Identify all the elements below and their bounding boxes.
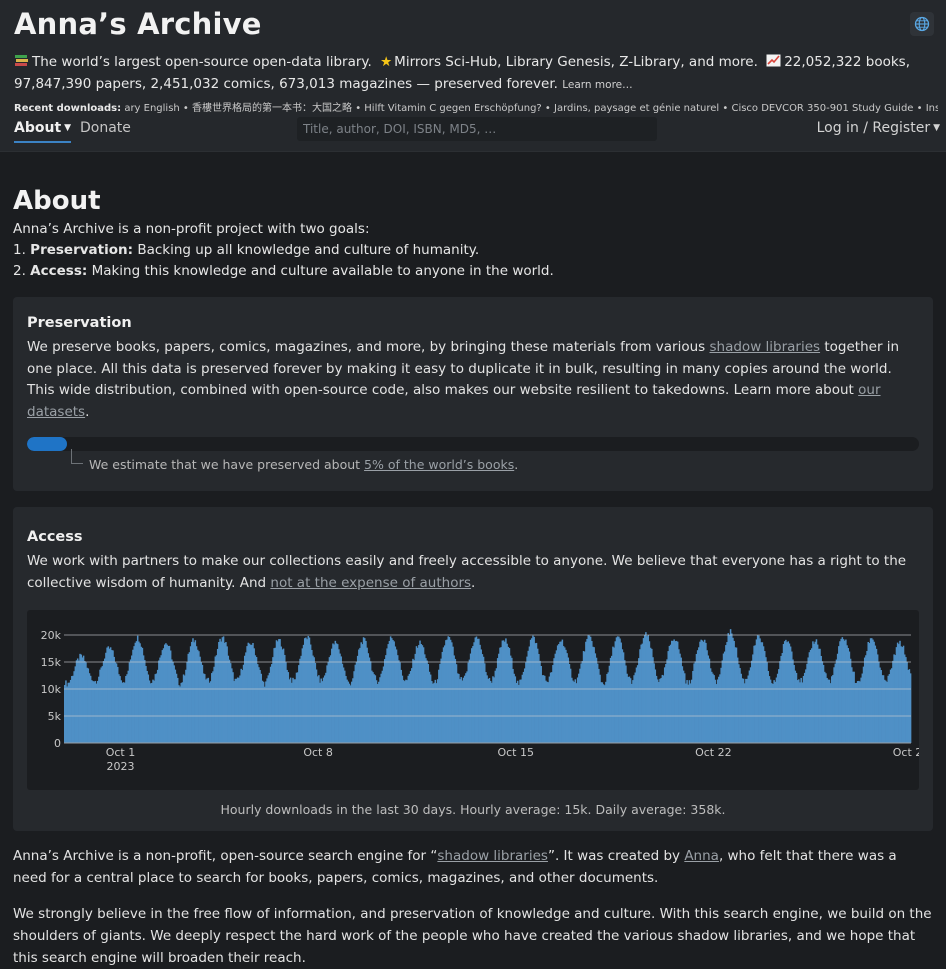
page-title: About	[13, 186, 101, 216]
x-tick-label: Oct 15	[497, 746, 534, 759]
preservation-estimate: We estimate that we have preserved about…	[27, 449, 919, 479]
estimate-text: We estimate that we have preserved about	[89, 457, 361, 472]
y-tick-label: 15k	[41, 656, 62, 669]
intro-text: Anna’s Archive is a non-profit project w…	[13, 221, 370, 237]
about-paragraph-1: Anna’s Archive is a non-profit, open-sou…	[13, 845, 933, 889]
y-tick-label: 0	[54, 737, 61, 750]
learn-more-link[interactable]: Learn more…	[562, 79, 632, 91]
search-input[interactable]	[297, 117, 657, 141]
books-icon	[15, 55, 28, 66]
about-p1-text-b: ”. It was created by	[547, 848, 681, 864]
world-books-link[interactable]: 5% of the world’s books	[364, 457, 514, 472]
access-card: Access We work with partners to make our…	[13, 507, 933, 831]
about-paragraph-2: We strongly believe in the free flow of …	[13, 906, 932, 966]
goal-access-text: Making this knowledge and culture availa…	[91, 263, 554, 279]
recent-downloads-label: Recent downloads:	[14, 103, 122, 114]
x-tick-label: Oct 22	[695, 746, 732, 759]
access-heading: Access	[27, 529, 83, 545]
y-tick-label: 5k	[48, 710, 62, 723]
goal-preservation-label: Preservation:	[30, 242, 134, 258]
x-tick-label: Oct 1	[106, 746, 136, 759]
recent-downloads: Recent downloads: ary English • 香樓世界格局的第…	[14, 99, 938, 114]
tagline: The world’s largest open-source open-dat…	[14, 51, 938, 96]
estimate-end: .	[514, 457, 519, 472]
preservation-card: Preservation We preserve books, papers, …	[13, 297, 933, 491]
tagline-text-2: Mirrors Sci-Hub, Library Genesis, Z-Libr…	[394, 54, 758, 70]
goal-access-label: Access:	[30, 263, 88, 279]
authors-link[interactable]: not at the expense of authors	[270, 575, 471, 591]
site-title[interactable]: Anna’s Archive	[14, 6, 938, 42]
goal-preservation: 1. Preservation: Backing up all knowledg…	[13, 242, 480, 258]
nav-about-tab[interactable]: About ▼	[14, 120, 72, 143]
preservation-progress-bar	[27, 437, 919, 451]
tagline-text-1: The world’s largest open-source open-dat…	[32, 54, 372, 70]
x-tick-label: Oct 8	[303, 746, 333, 759]
preservation-text-3: .	[85, 403, 90, 420]
shadow-libraries-link-2[interactable]: shadow libraries	[437, 848, 548, 864]
chevron-down-icon: ▼	[933, 123, 940, 133]
about-p1-text-a: Anna’s Archive is a non-profit, open-sou…	[13, 848, 438, 864]
login-register-label: Log in / Register	[816, 120, 931, 136]
goal-access: 2. Access: Making this knowledge and cul…	[13, 263, 554, 279]
language-button[interactable]	[910, 12, 934, 36]
chevron-down-icon: ▼	[64, 123, 72, 133]
downloads-chart-svg: 0 5k 10k 15k 20k Oct 12023 Oct 8 Oct 15 Oct 22 Oc…	[41, 629, 930, 773]
preservation-text-1: We preserve books, papers, comics, magaz…	[27, 339, 706, 355]
anna-link[interactable]: Anna	[684, 848, 719, 864]
shadow-libraries-link[interactable]: shadow libraries	[710, 339, 821, 355]
preservation-heading: Preservation	[27, 315, 132, 331]
site-header: Anna’s Archive The world’s largest open-…	[0, 0, 946, 152]
connector-line	[71, 449, 83, 464]
login-register-menu[interactable]: Log in / Register ▼	[817, 120, 940, 136]
y-tick-label: 20k	[41, 629, 62, 642]
star-icon: ★	[380, 54, 393, 70]
access-text-2: .	[471, 574, 476, 591]
recent-downloads-list[interactable]: ary English • 香樓世界格局的第一本书：大国之略 • Hilft V…	[124, 103, 938, 114]
nav-bar: About▼ Donate Log in / Register▼	[14, 117, 940, 148]
chart-caption: Hourly downloads in the last 30 days. Ho…	[220, 802, 726, 817]
nav-donate-tab[interactable]: Donate	[80, 120, 131, 136]
preservation-text: We preserve books, papers, comics, magaz…	[27, 337, 919, 423]
y-tick-label: 10k	[41, 683, 62, 696]
main-content: About Anna’s Archive is a non-profit pro…	[0, 186, 946, 969]
x-tick-sublabel: 2023	[106, 760, 134, 773]
x-tick-label: Oct 29	[893, 746, 919, 759]
goal-preservation-text: Backing up all knowledge and culture of …	[137, 242, 480, 258]
globe-icon	[914, 16, 930, 32]
access-text: We work with partners to make our collec…	[27, 551, 919, 594]
downloads-chart: 0 5k 10k 15k 20k Oct 1 2023 Oct 8 Oct 15 Oct 22 Oc…	[27, 610, 930, 790]
preservation-progress-fill	[27, 437, 68, 451]
chart-bar	[909, 673, 912, 743]
intro: Anna’s Archive is a non-profit project w…	[13, 219, 933, 282]
chart-increasing-icon	[766, 54, 781, 67]
nav-about-label: About	[14, 120, 62, 136]
